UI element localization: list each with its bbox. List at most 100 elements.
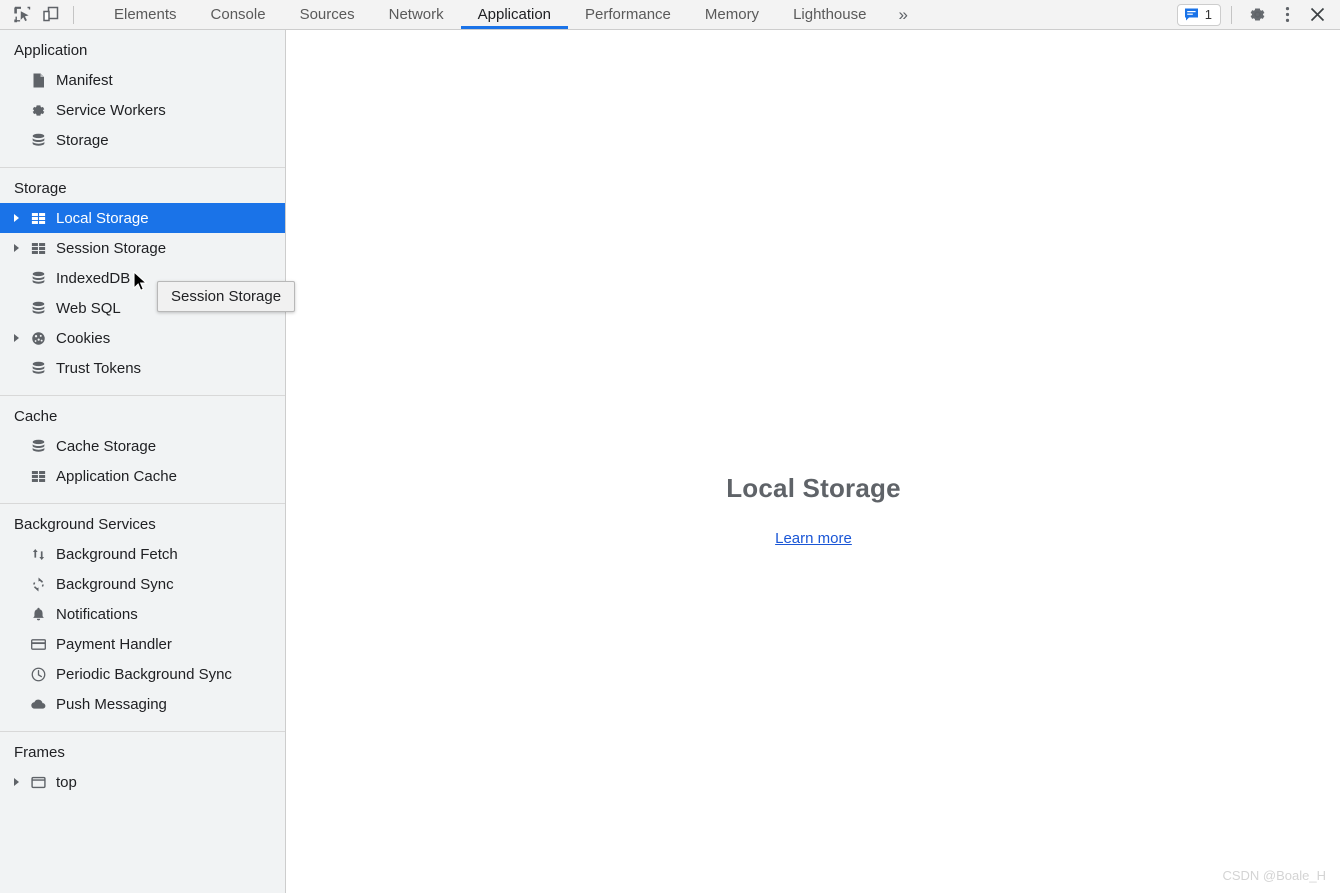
sidebar-item-cookies[interactable]: Cookies [0,323,285,353]
sidebar-item-storage[interactable]: Storage [0,125,285,155]
chevron-right-icon [14,214,19,222]
sidebar-item-service-workers[interactable]: Service Workers [0,95,285,125]
table-grid-icon [28,238,48,258]
sidebar-item-label: Session Storage [56,239,167,257]
sidebar-item-label: Notifications [56,605,138,623]
devtools-toolbar: Elements Console Sources Network Applica… [0,0,1340,30]
tab-label: Memory [704,6,760,23]
devtools-tab-bar: Elements Console Sources Network Applica… [97,0,923,29]
table-grid-icon [28,466,48,486]
tab-label: Sources [299,6,355,23]
sidebar-item-local-storage[interactable]: Local Storage [0,203,285,233]
sidebar-item-top-frame[interactable]: top [0,767,285,797]
application-sidebar[interactable]: Application Manifest Service Workers Sto… [0,30,286,893]
tab-label: Lighthouse [793,6,867,23]
sidebar-item-label: Push Messaging [56,695,167,713]
tab-performance[interactable]: Performance [568,0,688,29]
sidebar-section-application: Application Manifest Service Workers Sto… [0,30,285,168]
section-title: Application [14,42,88,59]
sidebar-item-label: Service Workers [56,101,166,119]
section-title: Frames [14,744,65,761]
tab-memory[interactable]: Memory [688,0,776,29]
sidebar-item-background-fetch[interactable]: Background Fetch [0,539,285,569]
learn-more-link[interactable]: Learn more [775,530,852,547]
sidebar-item-label: Application Cache [56,467,177,485]
console-messages-badge[interactable]: 1 [1176,3,1221,26]
clock-icon [28,664,48,684]
inspect-element-icon [13,6,30,23]
tab-label: Network [388,6,444,23]
sidebar-item-label: Background Sync [56,575,174,593]
sidebar-item-trust-tokens[interactable]: Trust Tokens [0,353,285,383]
session-storage-tooltip: Session Storage [157,281,296,312]
sidebar-section-cache: Cache Cache Storage Application Cache [0,396,285,504]
sidebar-item-session-storage[interactable]: Session Storage [0,233,285,263]
twisty-expand-toggle[interactable] [14,778,28,786]
sidebar-item-label: IndexedDB [56,269,131,287]
page-title: Local Storage [726,473,901,503]
tab-label: Elements [114,6,177,23]
sidebar-item-notifications[interactable]: Notifications [0,599,285,629]
watermark: CSDN @Boale_H [1222,868,1326,883]
section-title: Cache [14,408,58,425]
sidebar-item-periodic-background-sync[interactable]: Periodic Background Sync [0,659,285,689]
settings-button[interactable] [1242,2,1272,28]
chevron-double-right-icon: » [898,4,908,24]
arrows-updown-icon [28,544,48,564]
section-title: Background Services [14,516,156,533]
twisty-expand-toggle[interactable] [14,334,28,342]
tab-label: Performance [585,6,671,23]
database-stack-icon [28,358,48,378]
tab-console[interactable]: Console [194,0,283,29]
tab-label: Application [477,6,552,23]
sidebar-item-label: Local Storage [56,209,149,227]
sidebar-item-payment-handler[interactable]: Payment Handler [0,629,285,659]
device-toolbar-button[interactable] [36,1,64,29]
toolbar-divider-right [1231,5,1232,24]
more-options-button[interactable] [1272,2,1302,28]
tab-elements[interactable]: Elements [97,0,194,29]
sidebar-item-label: Cache Storage [56,437,157,455]
sync-refresh-icon [28,574,48,594]
section-title: Storage [14,180,67,197]
sidebar-item-label: Payment Handler [56,635,172,653]
chevron-right-icon [14,244,19,252]
table-grid-icon [28,208,48,228]
cookie-icon [28,328,48,348]
sidebar-item-manifest[interactable]: Manifest [0,65,285,95]
tab-sources[interactable]: Sources [283,0,372,29]
toolbar-left-group [0,0,83,29]
sidebar-item-label: top [56,773,77,791]
sidebar-item-cache-storage[interactable]: Cache Storage [0,431,285,461]
message-bubble-icon [1184,8,1198,21]
inspect-element-button[interactable] [8,1,36,29]
main-content-panel: Local Storage Learn more CSDN @Boale_H [287,30,1340,893]
gear-icon [28,100,48,120]
tab-label: Console [210,6,266,23]
sidebar-item-application-cache[interactable]: Application Cache [0,461,285,491]
twisty-expand-toggle[interactable] [14,244,28,252]
credit-card-icon [28,634,48,654]
database-stack-icon [28,130,48,150]
kebab-menu-icon [1285,7,1289,22]
close-devtools-button[interactable] [1302,2,1332,28]
tab-lighthouse[interactable]: Lighthouse [776,0,883,29]
sidebar-item-background-sync[interactable]: Background Sync [0,569,285,599]
database-stack-icon [28,298,48,318]
sidebar-section-background-services: Background Services Background Fetch Bac… [0,504,285,732]
gear-icon [1250,8,1264,21]
sidebar-item-label: Background Fetch [56,545,178,563]
chevron-right-icon [14,778,19,786]
sidebar-item-label: Manifest [56,71,113,89]
frame-window-icon [28,772,48,792]
sidebar-item-push-messaging[interactable]: Push Messaging [0,689,285,719]
tab-application[interactable]: Application [460,0,569,29]
twisty-expand-toggle[interactable] [14,214,28,222]
tab-network[interactable]: Network [372,0,461,29]
bell-icon [28,604,48,624]
sidebar-item-label: Cookies [56,329,111,347]
more-tabs-button[interactable]: » [883,0,922,29]
message-count: 1 [1204,7,1212,22]
database-stack-icon [28,436,48,456]
sidebar-item-label: Web SQL [56,299,121,317]
